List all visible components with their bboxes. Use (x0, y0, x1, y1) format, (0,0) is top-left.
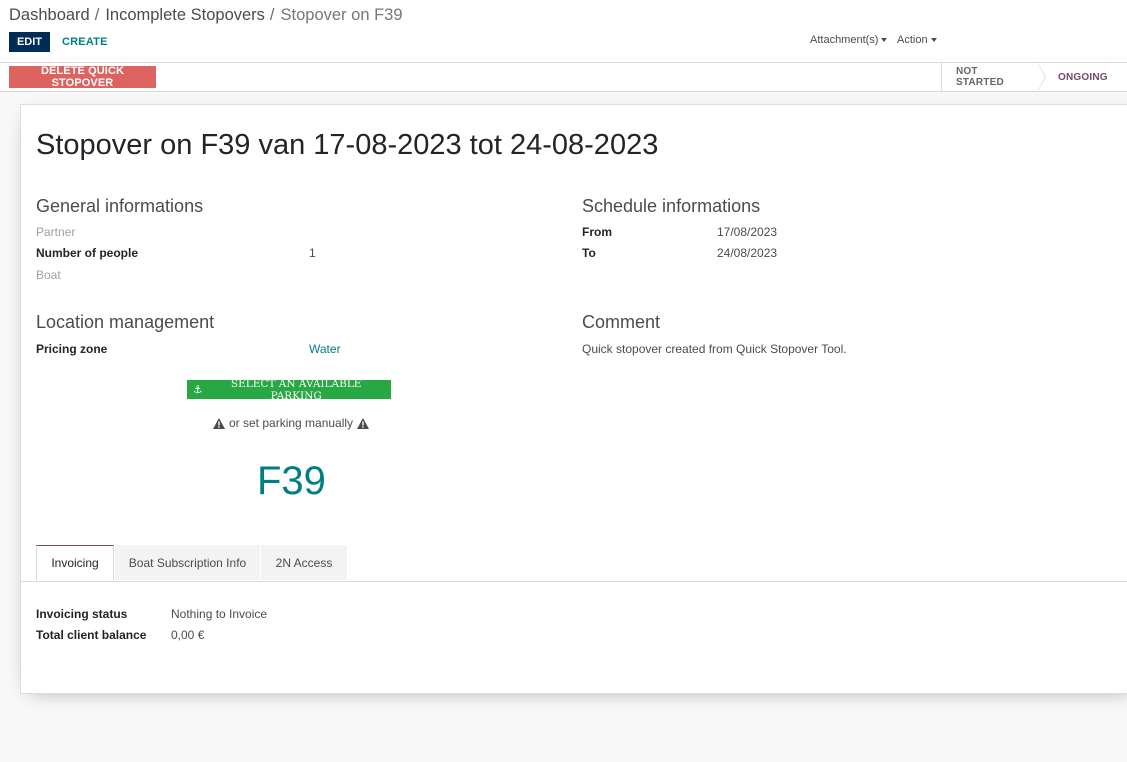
edit-button[interactable]: EDIT (9, 32, 50, 52)
invoicing-status-value: Nothing to Invoice (171, 607, 268, 621)
from-value: 17/08/2023 (717, 225, 778, 239)
stage-ongoing[interactable]: ONGOING (1038, 63, 1127, 91)
control-panel: Dashboard / Incomplete Stopovers / Stopover … (0, 0, 1127, 62)
pricing-zone-link[interactable]: Water (309, 342, 341, 356)
record-title: Stopover on F39 van 17-08-2023 tot 24-08… (36, 129, 659, 161)
breadcrumb: Dashboard / Incomplete Stopovers / Stopover … (9, 6, 403, 25)
to-label: To (582, 246, 596, 260)
schedule-informations-heading: Schedule informations (582, 196, 761, 216)
breadcrumb-current: Stopover on F39 (280, 6, 403, 24)
notebook-tabs: Invoicing Boat Subscription Info 2N Acce… (21, 545, 1127, 582)
comment-heading: Comment (582, 312, 661, 332)
breadcrumb-separator: / (94, 6, 100, 24)
warning-icon (357, 417, 370, 429)
anchor-icon: ⚓ (193, 383, 203, 396)
breadcrumb-dashboard[interactable]: Dashboard (9, 6, 90, 24)
boat-label: Boat (36, 268, 61, 282)
general-informations-heading: General informations (36, 196, 204, 216)
warning-icon (213, 417, 225, 429)
to-value: 24/08/2023 (717, 246, 778, 260)
pricing-zone-label: Pricing zone (36, 342, 108, 356)
location-management-heading: Location management (36, 312, 215, 332)
stage-label: ONGOING (1058, 71, 1108, 83)
set-parking-manually-text: or set parking manually (229, 416, 354, 430)
tab-2n-access[interactable]: 2N Access (261, 545, 347, 580)
number-of-people-label: Number of people (36, 246, 139, 260)
total-client-balance-value: 0,00 € (171, 628, 205, 642)
create-button[interactable]: CREATE (62, 33, 108, 51)
set-parking-manually-hint: or set parking manually (213, 416, 370, 430)
attachments-dropdown[interactable]: Attachment(s) (810, 34, 888, 46)
breadcrumb-incomplete-stopovers[interactable]: Incomplete Stopovers (105, 6, 265, 24)
parking-code: F39 (257, 459, 326, 503)
invoicing-status-label: Invoicing status (36, 607, 128, 621)
tab-boat-subscription-info[interactable]: Boat Subscription Info (115, 545, 260, 580)
form-statusbar-row: DELETE QUICK STOPOVER NOT STARTED ONGOIN… (0, 62, 1127, 92)
breadcrumb-separator: / (269, 6, 275, 24)
stage-statusbar: NOT STARTED ONGOING E (941, 63, 1127, 91)
total-client-balance-label: Total client balance (36, 628, 147, 642)
form-sheet: Stopover on F39 van 17-08-2023 tot 24-08… (20, 104, 1127, 694)
delete-quick-stopover-button[interactable]: DELETE QUICK STOPOVER (9, 65, 156, 89)
stage-not-started[interactable]: NOT STARTED (942, 63, 1046, 91)
from-label: From (582, 225, 612, 239)
select-parking-label: SELECT AN AVAILABLE PARKING (230, 377, 362, 402)
attachments-label: Attachment(s) (810, 34, 879, 46)
caret-down-icon (930, 38, 937, 42)
partner-label: Partner (36, 225, 76, 239)
select-available-parking-button[interactable]: ⚓ SELECT AN AVAILABLE PARKING (187, 377, 391, 402)
comment-text: Quick stopover created from Quick Stopov… (582, 342, 847, 356)
stage-label: NOT STARTED (956, 66, 1004, 88)
caret-down-icon (881, 38, 888, 42)
stage-arrow (1038, 64, 1045, 90)
tab-invoicing[interactable]: Invoicing (36, 545, 114, 581)
action-dropdown[interactable]: Action (897, 34, 937, 46)
number-of-people-value: 1 (309, 246, 316, 260)
action-label: Action (897, 34, 928, 46)
